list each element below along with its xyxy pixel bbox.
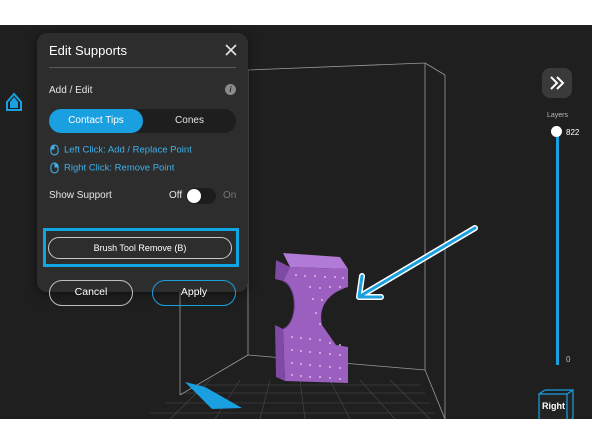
expand-panel-button[interactable] [542, 68, 572, 98]
layer-slider-thumb[interactable] [551, 126, 562, 137]
layers-label: Layers [547, 112, 569, 119]
3d-viewport[interactable]: Edit Supports Add / Edit i Contact Tips … [0, 25, 592, 419]
tab-cones[interactable]: Cones [143, 109, 236, 133]
mouse-right-icon [50, 162, 59, 174]
layers-max-value: 822 [566, 128, 580, 137]
hint-right-click-text: Right Click: Remove Point [64, 162, 175, 174]
show-support-row: Show Support Off On [49, 188, 236, 204]
tab-contact-tips[interactable]: Contact Tips [49, 109, 143, 133]
annotation-arrow [356, 225, 478, 300]
show-support-label: Show Support [49, 190, 112, 201]
double-chevron-right-icon [550, 76, 565, 90]
cancel-button[interactable]: Cancel [49, 280, 133, 306]
brush-tool-remove-button[interactable]: Brush Tool Remove (B) [48, 237, 232, 259]
mouse-left-icon [50, 144, 59, 156]
layer-slider-track[interactable] [556, 129, 559, 365]
hint-left-click-text: Left Click: Add / Replace Point [64, 144, 192, 156]
view-cube-label: Right [542, 401, 565, 411]
support-type-toggle: Contact Tips Cones [49, 109, 236, 133]
toggle-on-label: On [223, 190, 237, 201]
info-icon[interactable]: i [225, 84, 236, 95]
support-tool-icon[interactable] [4, 91, 24, 113]
plate-marker [185, 382, 242, 409]
toggle-off-label: Off [169, 190, 183, 201]
switch-knob [187, 189, 201, 203]
add-edit-label: Add / Edit [49, 85, 93, 96]
panel-divider [49, 67, 236, 68]
close-icon[interactable] [222, 41, 240, 59]
hint-right-click: Right Click: Remove Point [50, 162, 174, 174]
apply-button[interactable]: Apply [152, 280, 236, 306]
model-part [275, 253, 348, 383]
show-support-switch[interactable] [186, 188, 216, 204]
layers-min-value: 0 [566, 355, 571, 364]
hint-left-click: Left Click: Add / Replace Point [50, 144, 192, 156]
panel-title: Edit Supports [49, 43, 128, 58]
